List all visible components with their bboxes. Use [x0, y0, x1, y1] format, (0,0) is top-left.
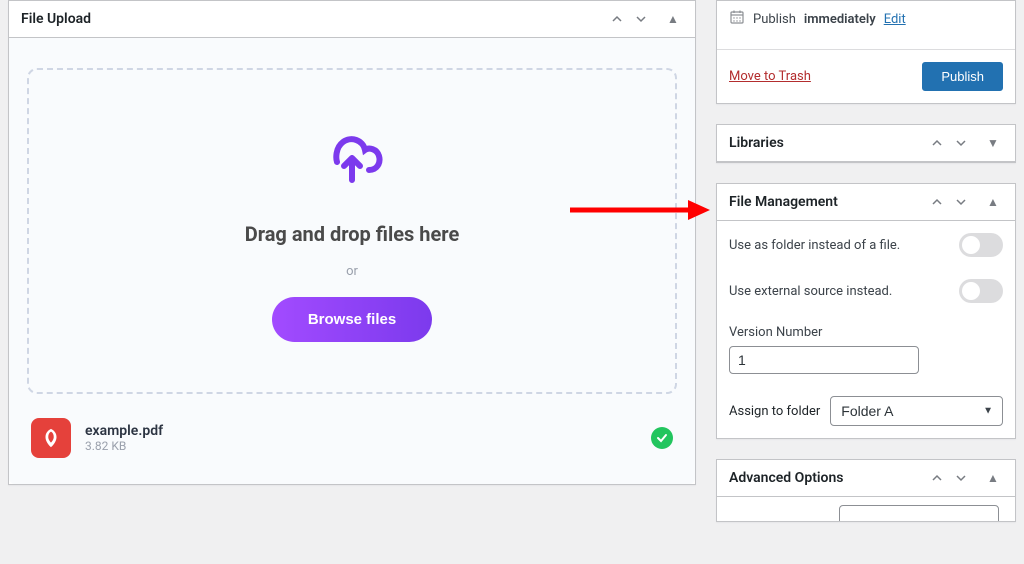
use-folder-label: Use as folder instead of a file.: [729, 238, 900, 253]
browse-files-button[interactable]: Browse files: [272, 297, 432, 342]
file-size: 3.82 KB: [85, 439, 637, 453]
publish-value: immediately: [804, 12, 876, 27]
use-external-label: Use external source instead.: [729, 284, 892, 299]
panel-move-down-icon[interactable]: [951, 133, 971, 153]
panel-move-up-icon[interactable]: [927, 192, 947, 212]
upload-success-icon: [651, 427, 673, 449]
panel-move-up-icon[interactable]: [927, 468, 947, 488]
file-upload-title: File Upload: [21, 11, 91, 27]
panel-move-up-icon[interactable]: [607, 9, 627, 29]
advanced-options-title: Advanced Options: [729, 470, 843, 486]
panel-toggle-icon[interactable]: ▲: [983, 192, 1003, 212]
advanced-options-header[interactable]: Advanced Options ▲: [717, 460, 1015, 497]
or-text: or: [49, 264, 655, 279]
panel-move-down-icon[interactable]: [631, 9, 651, 29]
publish-label: Publish: [753, 12, 796, 27]
file-management-title: File Management: [729, 194, 838, 210]
panel-move-down-icon[interactable]: [951, 468, 971, 488]
panel-toggle-icon[interactable]: ▲: [663, 9, 683, 29]
calendar-icon: [729, 9, 745, 29]
publish-edit-link[interactable]: Edit: [884, 12, 906, 27]
version-number-input[interactable]: [729, 346, 919, 374]
move-to-trash-link[interactable]: Move to Trash: [729, 69, 811, 84]
pdf-file-icon: [31, 418, 71, 458]
version-number-label: Version Number: [729, 325, 1003, 340]
use-folder-toggle[interactable]: [959, 233, 1003, 257]
file-management-header[interactable]: File Management ▲: [717, 184, 1015, 221]
publish-schedule-row: Publish immediately Edit: [729, 1, 1003, 37]
uploaded-file-row: example.pdf 3.82 KB: [27, 410, 677, 466]
libraries-title: Libraries: [729, 135, 784, 151]
file-upload-header: File Upload ▲: [9, 1, 695, 38]
drag-drop-text: Drag and drop files here: [49, 222, 655, 246]
panel-move-up-icon[interactable]: [927, 133, 947, 153]
use-external-toggle[interactable]: [959, 279, 1003, 303]
panel-move-down-icon[interactable]: [951, 192, 971, 212]
publish-button[interactable]: Publish: [922, 62, 1003, 91]
upload-dropzone[interactable]: Drag and drop files here or Browse files: [27, 68, 677, 394]
panel-toggle-icon[interactable]: ▲: [983, 468, 1003, 488]
assign-folder-label: Assign to folder: [729, 404, 820, 419]
assign-folder-select[interactable]: Folder A: [830, 396, 1003, 426]
libraries-header[interactable]: Libraries ▼: [717, 125, 1015, 162]
upload-cloud-icon: [317, 130, 387, 194]
panel-toggle-icon[interactable]: ▼: [983, 133, 1003, 153]
file-name: example.pdf: [85, 423, 637, 439]
